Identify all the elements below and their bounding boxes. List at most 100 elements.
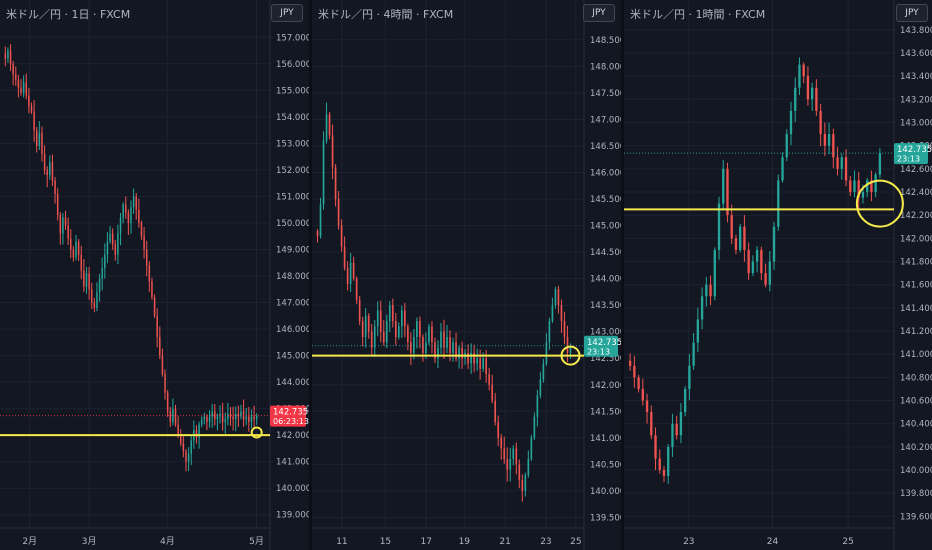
candle-body bbox=[840, 157, 843, 169]
candle-body bbox=[542, 363, 545, 380]
candle bbox=[542, 358, 545, 383]
price-tick-label: 141.200 bbox=[900, 327, 932, 337]
candle bbox=[857, 171, 860, 209]
time-tick-label: 17 bbox=[421, 537, 432, 547]
candle bbox=[536, 389, 539, 427]
candle-body bbox=[521, 480, 524, 491]
candle-body bbox=[503, 448, 506, 460]
candle-body bbox=[734, 238, 738, 250]
candlestick-chart-daily[interactable]: 157.000 156.000 155.000 154.000 153.000 152.0… bbox=[0, 0, 309, 550]
candle-body bbox=[151, 281, 153, 298]
candle-body bbox=[515, 448, 518, 465]
candlestick-chart-4h[interactable]: 148.500 148.000 147.500 147.000 146.500 146.0… bbox=[312, 0, 621, 550]
candle bbox=[169, 406, 172, 427]
price-tick-label: 140.000 bbox=[276, 484, 309, 494]
price-tick-label: 141.800 bbox=[900, 258, 932, 268]
last-price-value: 142.735 bbox=[273, 408, 308, 418]
candle-body bbox=[208, 416, 211, 422]
candle-body bbox=[560, 305, 563, 322]
candle bbox=[358, 295, 361, 326]
candle-body bbox=[781, 157, 784, 181]
candle-body bbox=[819, 110, 822, 135]
price-tick-label: 140.200 bbox=[900, 443, 932, 453]
candle bbox=[164, 369, 166, 400]
candle bbox=[641, 378, 644, 406]
candle-body bbox=[637, 377, 640, 389]
candle-body bbox=[4, 53, 7, 59]
candle bbox=[319, 197, 322, 239]
currency-button[interactable]: JPY bbox=[896, 4, 928, 22]
price-tick-label: 141.000 bbox=[900, 350, 932, 360]
candle bbox=[440, 322, 442, 354]
candle-body bbox=[802, 64, 805, 77]
candle bbox=[364, 308, 367, 348]
candle bbox=[416, 317, 418, 349]
candle bbox=[823, 122, 827, 156]
candle bbox=[836, 147, 839, 176]
candle-body bbox=[159, 337, 161, 356]
candle-body bbox=[789, 110, 793, 135]
candle bbox=[349, 253, 352, 292]
candle bbox=[382, 320, 385, 346]
candle-body bbox=[397, 326, 400, 338]
candle-body bbox=[111, 233, 114, 245]
price-tick-label: 151.000 bbox=[276, 192, 309, 202]
candle bbox=[77, 239, 80, 261]
candle bbox=[840, 153, 843, 180]
candle bbox=[125, 196, 127, 219]
candle-body bbox=[743, 226, 746, 250]
price-tick-label: 149.000 bbox=[276, 245, 309, 255]
candle bbox=[391, 298, 394, 328]
price-tick-label: 140.000 bbox=[590, 487, 621, 497]
candle-body bbox=[46, 169, 48, 176]
price-tick-label: 142.200 bbox=[900, 211, 932, 221]
bar-countdown: 23:13 bbox=[897, 155, 920, 164]
chart-panel-4h[interactable]: 148.500 148.000 147.500 147.000 146.500 146.0… bbox=[312, 0, 621, 550]
candle bbox=[739, 223, 742, 253]
candle-body bbox=[227, 413, 229, 420]
candlestick-chart-1h[interactable]: 143.800143.600143.400143.200143.000142.8… bbox=[624, 0, 932, 550]
currency-button[interactable]: JPY bbox=[271, 4, 303, 22]
candle bbox=[819, 103, 822, 147]
candle-body bbox=[125, 204, 127, 213]
candle-body bbox=[72, 249, 75, 258]
last-price-tag: 142.73506:23:13 bbox=[270, 405, 309, 427]
candle bbox=[734, 234, 738, 255]
chart-panel-1h[interactable]: 143.800143.600143.400143.200143.000142.8… bbox=[624, 0, 932, 550]
candle-body bbox=[709, 284, 712, 297]
price-tick-label: 139.600 bbox=[900, 512, 932, 522]
candle bbox=[431, 321, 433, 354]
candle-body bbox=[422, 337, 424, 353]
candle-body bbox=[67, 225, 69, 239]
candle bbox=[70, 229, 72, 259]
candle-body bbox=[806, 76, 810, 100]
candle bbox=[80, 245, 82, 280]
bar-countdown: 23:13 bbox=[587, 347, 610, 356]
candle bbox=[232, 406, 234, 431]
candle bbox=[764, 263, 767, 288]
candle-body bbox=[832, 134, 835, 158]
currency-button[interactable]: JPY bbox=[583, 4, 615, 22]
price-tick-label: 146.000 bbox=[276, 325, 309, 335]
candle-body bbox=[461, 347, 463, 359]
candles bbox=[316, 102, 572, 502]
candle-body bbox=[768, 261, 771, 285]
time-tick-label: 15 bbox=[380, 537, 391, 547]
price-tick-label: 140.500 bbox=[590, 460, 621, 470]
price-tick-label: 141.000 bbox=[590, 434, 621, 444]
candle-body bbox=[476, 358, 478, 364]
candle-body bbox=[726, 168, 729, 216]
last-price-tag: 142.73523:13 bbox=[894, 143, 932, 165]
candle bbox=[159, 326, 161, 360]
candle-body bbox=[255, 415, 258, 420]
candle-body bbox=[346, 268, 349, 284]
time-tick-label: 21 bbox=[499, 537, 510, 547]
candle-body bbox=[645, 400, 649, 413]
candle bbox=[62, 213, 64, 245]
price-tick-label: 141.500 bbox=[590, 407, 621, 417]
candle-body bbox=[512, 448, 515, 460]
candle-body bbox=[127, 212, 130, 223]
chart-panel-daily[interactable]: 157.000 156.000 155.000 154.000 153.000 152.0… bbox=[0, 0, 309, 550]
candle bbox=[671, 413, 674, 457]
candle-body bbox=[667, 446, 670, 476]
